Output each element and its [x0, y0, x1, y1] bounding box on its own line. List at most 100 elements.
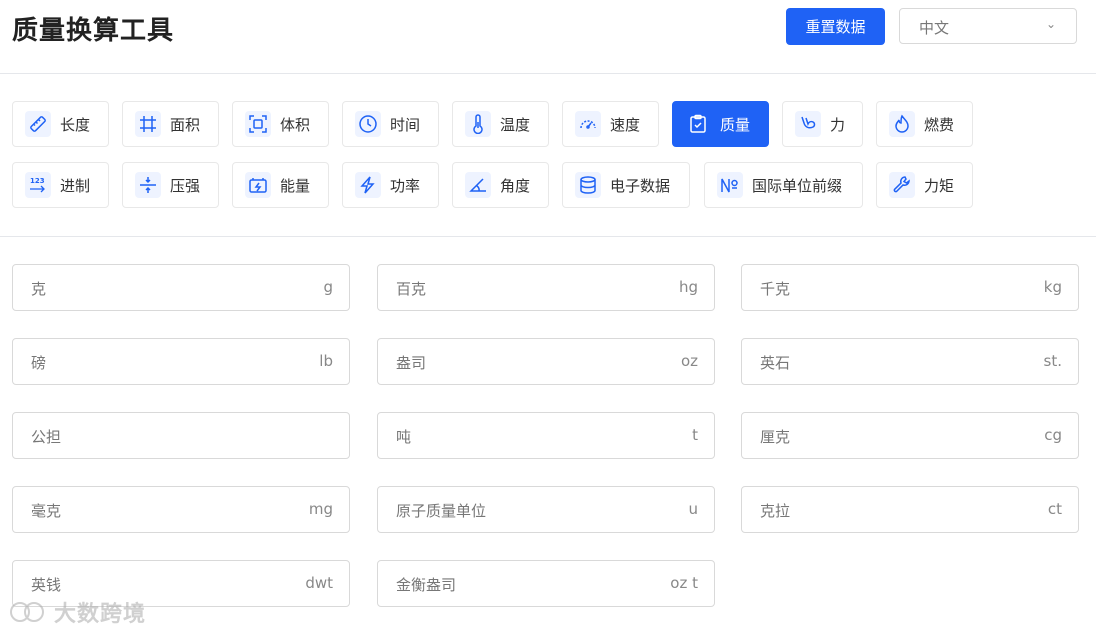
category-label: 进制 [60, 176, 91, 195]
category-area[interactable]: 面积 [122, 101, 219, 147]
category-label: 电子数据 [610, 176, 671, 195]
category-mass[interactable]: 质量 [672, 101, 769, 147]
category-label: 质量 [720, 115, 751, 134]
unit-symbol: u [688, 500, 698, 518]
svg-text:123: 123 [30, 177, 45, 185]
unit-field-ct[interactable]: 克拉 ct [741, 486, 1079, 533]
category-label: 体积 [280, 115, 311, 134]
unit-field-label: 金衡盎司 [396, 576, 457, 594]
speedometer-icon [575, 111, 601, 137]
unit-field-label: 百克 [396, 280, 427, 298]
unit-symbol: mg [308, 500, 333, 518]
category-label: 能量 [280, 176, 311, 195]
unit-symbol: cg [1044, 426, 1062, 444]
unit-field-t[interactable]: 吨 t [377, 412, 715, 459]
unit-field-label: 盎司 [396, 354, 427, 372]
unit-symbol: ct [1047, 500, 1062, 518]
unit-field-g[interactable]: 克 g [12, 264, 350, 311]
category-energy[interactable]: 能量 [232, 162, 329, 208]
category-label: 温度 [500, 115, 531, 134]
numbers-123-icon: 123 [25, 172, 51, 198]
category-label: 功率 [390, 176, 421, 195]
category-temperature[interactable]: 温度 [452, 101, 549, 147]
category-label: 国际单位前缀 [752, 176, 843, 195]
unit-field-quintal[interactable]: 公担 [12, 412, 350, 459]
numero-icon [717, 172, 743, 198]
flame-icon [889, 111, 915, 137]
clock-icon [355, 111, 381, 137]
category-label: 角度 [500, 176, 531, 195]
unit-field-u[interactable]: 原子质量单位 u [377, 486, 715, 533]
language-select[interactable]: 中文 ⌄ [899, 8, 1077, 44]
unit-field-label: 厘克 [760, 428, 791, 446]
category-bar: 长度 面积 体积 时间 温度 速度 质量 力 燃费 123 进制 压强 能量 功… [0, 74, 1096, 237]
app-header: 质量换算工具 重置数据 中文 ⌄ [0, 0, 1096, 74]
category-label: 时间 [390, 115, 421, 134]
category-torque[interactable]: 力矩 [876, 162, 973, 208]
thermometer-icon [465, 111, 491, 137]
unit-field-mg[interactable]: 毫克 mg [12, 486, 350, 533]
database-icon [575, 172, 601, 198]
bicep-icon [795, 111, 821, 137]
category-label: 力 [830, 115, 846, 134]
unit-field-label: 英石 [760, 354, 791, 372]
category-angle[interactable]: 角度 [452, 162, 549, 208]
category-fuel[interactable]: 燃费 [876, 101, 973, 147]
compress-icon [135, 172, 161, 198]
wrench-icon [889, 172, 915, 198]
unit-field-label: 克 [31, 280, 47, 298]
unit-symbol: t [692, 426, 698, 444]
category-volume[interactable]: 体积 [232, 101, 329, 147]
unit-symbol: g [323, 278, 333, 296]
unit-field-st[interactable]: 英石 st. [741, 338, 1079, 385]
unit-field-label: 千克 [760, 280, 791, 298]
category-base[interactable]: 123 进制 [12, 162, 109, 208]
unit-field-hg[interactable]: 百克 hg [377, 264, 715, 311]
unit-field-cg[interactable]: 厘克 cg [741, 412, 1079, 459]
unit-symbol: dwt [305, 574, 333, 592]
watermark-text: 大数跨境 [54, 602, 147, 627]
category-time[interactable]: 时间 [342, 101, 439, 147]
reset-data-button[interactable]: 重置数据 [786, 8, 885, 45]
unit-field-label: 毫克 [31, 502, 62, 520]
unit-field-oz-t[interactable]: 金衡盎司 oz t [377, 560, 715, 607]
unit-field-lb[interactable]: 磅 lb [12, 338, 350, 385]
page-title: 质量换算工具 [12, 16, 175, 46]
unit-field-oz[interactable]: 盎司 oz [377, 338, 715, 385]
category-label: 燃费 [924, 115, 955, 134]
ruler-icon [25, 111, 51, 137]
unit-symbol: hg [678, 278, 698, 296]
category-label: 面积 [170, 115, 201, 134]
unit-field-label: 磅 [31, 354, 47, 372]
unit-field-label: 克拉 [760, 502, 791, 520]
scan-frame-icon [245, 111, 271, 137]
unit-symbol: oz t [670, 574, 698, 592]
angle-icon [465, 172, 491, 198]
battery-charge-icon [245, 172, 271, 198]
unit-symbol: st. [1043, 352, 1062, 370]
unit-field-label: 公担 [31, 428, 62, 446]
category-data[interactable]: 电子数据 [562, 162, 690, 208]
category-length[interactable]: 长度 [12, 101, 109, 147]
category-force[interactable]: 力 [782, 101, 863, 147]
watermark-logo-icon [10, 602, 44, 622]
unit-symbol: lb [319, 352, 333, 370]
unit-field-kg[interactable]: 千克 kg [741, 264, 1079, 311]
category-label: 力矩 [924, 176, 955, 195]
hash-icon [135, 111, 161, 137]
chevron-down-icon: ⌄ [1045, 17, 1056, 31]
clipboard-check-icon [685, 111, 711, 137]
watermark: 大数跨境 [8, 596, 146, 628]
unit-field-label: 原子质量单位 [396, 502, 487, 520]
category-label: 速度 [610, 115, 641, 134]
lightning-icon [355, 172, 381, 198]
unit-symbol: oz [680, 352, 698, 370]
unit-symbol: kg [1043, 278, 1062, 296]
category-speed[interactable]: 速度 [562, 101, 659, 147]
category-power[interactable]: 功率 [342, 162, 439, 208]
language-select-value: 中文 [919, 19, 950, 37]
category-pressure[interactable]: 压强 [122, 162, 219, 208]
category-label: 压强 [170, 176, 201, 195]
category-si-prefix[interactable]: 国际单位前缀 [704, 162, 863, 208]
unit-field-label: 英钱 [31, 576, 62, 594]
